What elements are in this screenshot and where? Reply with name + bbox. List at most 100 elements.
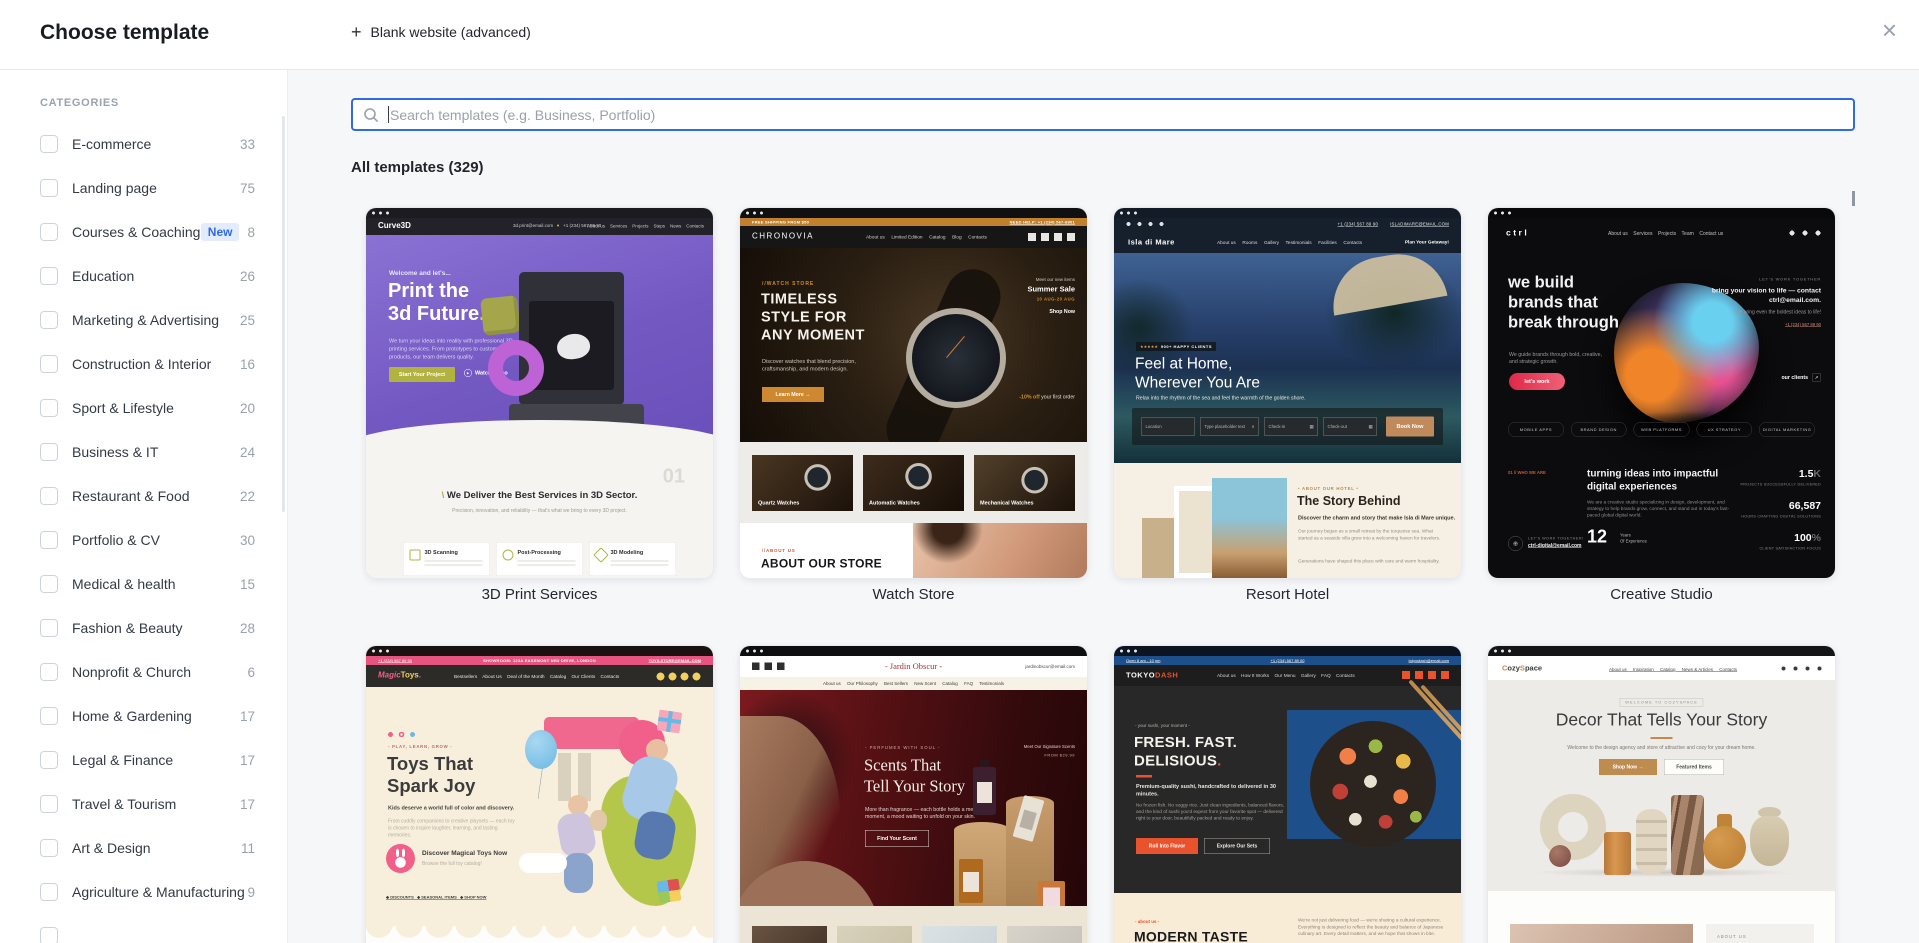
checkbox[interactable] (40, 223, 58, 241)
checkbox[interactable] (40, 707, 58, 725)
checkbox[interactable] (40, 267, 58, 285)
feature-box: 3D Modeling (589, 542, 676, 576)
promo-price: FROM $29.99 (1044, 753, 1075, 758)
category-restaurant[interactable]: Restaurant & Food 22 (0, 474, 287, 518)
category-label: Legal & Finance (72, 752, 174, 768)
category-education[interactable]: Education 26 (0, 254, 287, 298)
category-count: 33 (239, 136, 255, 152)
product-thumb (1007, 926, 1082, 943)
section-subtitle: Precision, innovation, and reliability —… (452, 508, 627, 514)
category-tile-label: Quartz Watches (758, 500, 800, 506)
checkbox[interactable] (40, 575, 58, 593)
category-partial-row[interactable] (0, 914, 287, 943)
category-ecommerce[interactable]: E-commerce 33 (0, 122, 287, 166)
category-home-gardening[interactable]: Home & Gardening 17 (0, 694, 287, 738)
dialog-header: Choose template + Blank website (advance… (0, 0, 1919, 70)
browser-chrome (1488, 646, 1835, 656)
template-card-cozyspace[interactable]: CozySpace About us Inspiration Catalog N… (1488, 646, 1835, 943)
small-vase-graphic (1549, 845, 1571, 867)
content-scrollbar[interactable] (1852, 191, 1855, 206)
checkbox[interactable] (40, 927, 58, 943)
template-tile-jardin-obscur: - Jardin Obscur - jardinobscur@email.com… (740, 646, 1087, 943)
who-kicker: 01 // WHO WE ARE (1508, 470, 1546, 475)
checkbox[interactable] (40, 839, 58, 857)
hero-title-line1: Scents That (864, 756, 942, 775)
category-portfolio-cv[interactable]: Portfolio & CV 30 (0, 518, 287, 562)
search-input[interactable]: Search templates (e.g. Business, Portfol… (351, 98, 1855, 131)
help-link: NEED HELP: +1 (234) 567-8901 (1009, 220, 1075, 225)
hero-lead: Premium-quality sushi, handcrafted to de… (1136, 783, 1276, 798)
template-card-resort-hotel[interactable]: +1 (234) 567 89 90 ISLADIMARE@EMAIL.COM … (1114, 208, 1461, 578)
checkbox[interactable] (40, 311, 58, 329)
topbar-email: TOYS.STORE@EMAIL.COM (648, 658, 701, 664)
checkbox[interactable] (40, 179, 58, 197)
category-construction[interactable]: Construction & Interior 16 (0, 342, 287, 386)
checkbox[interactable] (40, 399, 58, 417)
site-email: 3d.print@email.com (513, 223, 554, 228)
template-preview: Curve3D 3d.print@email.com +1 (234) 567 … (366, 208, 713, 578)
category-medical[interactable]: Medical & health 15 (0, 562, 287, 606)
browser-chrome (1488, 208, 1835, 218)
our-clients-label: our clients (1781, 374, 1808, 381)
checkbox[interactable] (40, 619, 58, 637)
category-label: Courses & Coaching (72, 224, 201, 240)
category-courses-coaching[interactable]: Courses & Coaching New 8 (0, 210, 287, 254)
blank-website-button[interactable]: + Blank website (advanced) (351, 23, 531, 41)
category-nonprofit[interactable]: Nonprofit & Church 6 (0, 650, 287, 694)
template-tile-resort-hotel: +1 (234) 567 89 90 ISLADIMARE@EMAIL.COM … (1114, 208, 1461, 610)
stat-number: 1.5 (1798, 468, 1814, 480)
category-label: Portfolio & CV (72, 532, 160, 548)
template-card-magictoys[interactable]: +1 (234) 567 89 90 SHOWROOM: 123A EASEMO… (366, 646, 713, 943)
hero-title: Print the 3d Future. (388, 279, 485, 325)
category-landing-page[interactable]: Landing page 75 (0, 166, 287, 210)
window-dots-icon (1494, 211, 1516, 215)
product-thumb (837, 926, 912, 943)
checkbox[interactable] (40, 487, 58, 505)
templates-panel: Search templates (e.g. Business, Portfol… (287, 69, 1919, 943)
checkbox[interactable] (40, 135, 58, 153)
learn-more-button: Learn More → (762, 387, 824, 402)
about-kicker: ABOUT US (1717, 934, 1747, 939)
template-card-creative-studio[interactable]: ctrl About us Services Projects Team Con… (1488, 208, 1835, 578)
category-label: Agriculture & Manufacturing (72, 884, 245, 900)
category-marketing[interactable]: Marketing & Advertising 25 (0, 298, 287, 342)
template-card-jardin-obscur[interactable]: - Jardin Obscur - jardinobscur@email.com… (740, 646, 1087, 943)
category-art-design[interactable]: Art & Design 11 (0, 826, 287, 870)
template-card-watch-store[interactable]: FREE SHIPPING FROM $50 NEED HELP: +1 (23… (740, 208, 1087, 578)
window-dots-icon (746, 211, 768, 215)
category-travel[interactable]: Travel & Tourism 17 (0, 782, 287, 826)
booking-field-location: Location (1141, 417, 1195, 436)
category-agriculture[interactable]: Agriculture & Manufacturing 9 (0, 870, 287, 914)
hero-title-line2: Wherever You Are (1135, 373, 1260, 392)
hero-buttons: Shop Now → Featured Items (1488, 759, 1835, 775)
search-placeholder: Search templates (e.g. Business, Portfol… (390, 106, 656, 123)
logo-part2: Toys (400, 671, 419, 680)
checkbox[interactable] (40, 751, 58, 769)
template-card-3d-print[interactable]: Curve3D 3d.print@email.com +1 (234) 567 … (366, 208, 713, 578)
template-name: Resort Hotel (1245, 586, 1330, 603)
category-legal-finance[interactable]: Legal & Finance 17 (0, 738, 287, 782)
window-dots-icon (1120, 211, 1142, 215)
category-sport[interactable]: Sport & Lifestyle 20 (0, 386, 287, 430)
close-icon[interactable]: × (1882, 17, 1897, 43)
hero-title-line3: ANY MOMENT (761, 327, 865, 343)
hero-title-accent: . (1217, 752, 1222, 770)
balloon-graphic (525, 730, 557, 769)
service-pill: MOBILE APPS (1508, 422, 1564, 437)
checkbox[interactable] (40, 355, 58, 373)
category-label: Travel & Tourism (72, 796, 177, 812)
feature-label: Post-Processing (517, 549, 561, 556)
checkbox[interactable] (40, 663, 58, 681)
site-email: jardinobscur@email.com (1025, 664, 1075, 669)
calendar-icon: ▦ (1309, 423, 1314, 429)
checkbox[interactable] (40, 443, 58, 461)
checkbox[interactable] (40, 883, 58, 901)
category-label: Construction & Interior (72, 356, 212, 372)
category-business-it[interactable]: Business & IT 24 (0, 430, 287, 474)
checkbox[interactable] (40, 795, 58, 813)
category-fashion[interactable]: Fashion & Beauty 28 (0, 606, 287, 650)
checkbox[interactable] (40, 531, 58, 549)
dropdown-value: Type placeholder text (1204, 424, 1245, 429)
sidebar-scrollbar[interactable] (282, 116, 285, 512)
template-card-tokyodash[interactable]: Open 8 am - 10 pm +1 (234) 567 89 00 tok… (1114, 646, 1461, 943)
